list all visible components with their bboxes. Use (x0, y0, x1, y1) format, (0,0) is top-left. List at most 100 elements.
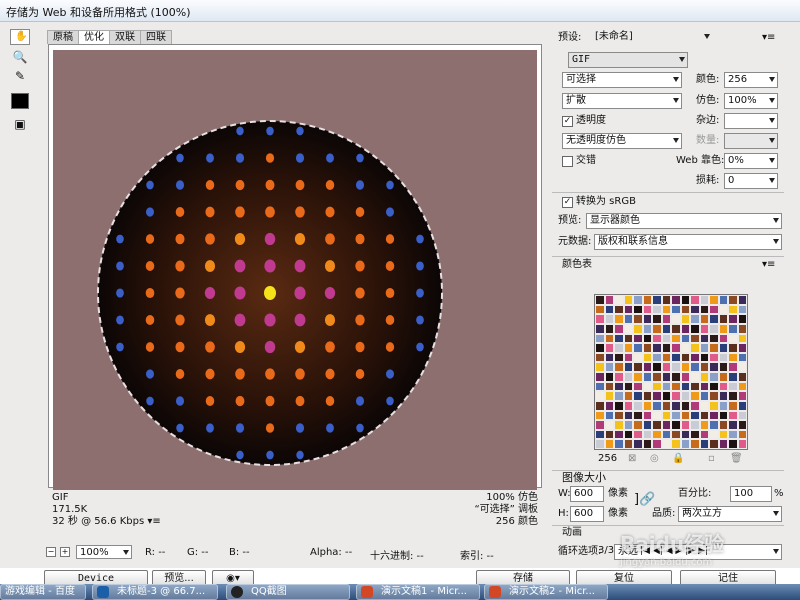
palette-swatch[interactable] (604, 372, 614, 382)
palette-swatch[interactable] (680, 429, 690, 440)
palette-swatch[interactable] (623, 352, 633, 363)
palette-swatch[interactable] (623, 420, 633, 430)
tab-original[interactable]: 原稿 (47, 30, 79, 44)
palette-swatch[interactable] (728, 391, 738, 401)
palette-swatch[interactable] (690, 352, 700, 363)
palette-swatch[interactable] (728, 323, 738, 334)
palette-swatch[interactable] (604, 314, 614, 324)
transparency-checkbox[interactable]: ✓ (562, 116, 573, 127)
palette-swatch[interactable] (652, 352, 662, 363)
palette-swatch[interactable] (623, 295, 633, 305)
palette-swatch[interactable] (671, 314, 681, 324)
palette-swatch[interactable] (642, 429, 652, 440)
palette-swatch[interactable] (604, 333, 614, 344)
palette-swatch[interactable] (737, 439, 747, 449)
palette-swatch[interactable] (642, 352, 652, 363)
palette-swatch[interactable] (737, 372, 747, 382)
metadata-select[interactable]: 版权和联系信息 (594, 234, 782, 250)
palette-swatch[interactable] (661, 400, 671, 411)
palette-swatch[interactable] (690, 314, 700, 324)
palette-swatch[interactable] (623, 372, 633, 382)
palette-swatch[interactable] (709, 333, 719, 344)
palette-swatch[interactable] (699, 400, 709, 411)
color-table-menu-icon[interactable]: ▾≡ (762, 257, 775, 273)
palette-swatch[interactable] (709, 410, 719, 421)
palette-swatch[interactable] (671, 352, 681, 363)
palette-swatch[interactable] (623, 362, 633, 372)
palette-swatch[interactable] (718, 314, 728, 324)
palette-swatch[interactable] (604, 439, 614, 449)
palette-swatch[interactable] (614, 362, 624, 372)
palette-swatch[interactable] (614, 333, 624, 344)
palette-swatch[interactable] (633, 391, 643, 401)
palette-swatch[interactable] (680, 352, 690, 363)
palette-swatch[interactable] (642, 295, 652, 305)
map-to-transparent-icon[interactable]: ⊠ (628, 451, 636, 467)
palette-swatch[interactable] (690, 304, 700, 315)
palette-swatch[interactable] (614, 439, 624, 449)
palette-swatch[interactable] (680, 410, 690, 421)
dither-algorithm-select[interactable]: 扩散 (562, 93, 682, 109)
palette-swatch[interactable] (728, 400, 738, 411)
palette-swatch[interactable] (595, 439, 605, 449)
palette-swatch[interactable] (614, 304, 624, 315)
palette-swatch[interactable] (661, 343, 671, 353)
palette-swatch[interactable] (699, 391, 709, 401)
palette-swatch[interactable] (699, 323, 709, 334)
palette-swatch[interactable] (680, 362, 690, 372)
palette-swatch[interactable] (633, 439, 643, 449)
preview-canvas[interactable] (53, 50, 537, 490)
palette-swatch[interactable] (661, 410, 671, 421)
eyedropper-color-swatch[interactable] (11, 93, 29, 109)
format-select[interactable]: GIF (568, 52, 688, 68)
palette-swatch[interactable] (652, 391, 662, 401)
palette-swatch[interactable] (604, 429, 614, 440)
palette-swatch[interactable] (680, 343, 690, 353)
palette-swatch[interactable] (604, 381, 614, 392)
palette-swatch[interactable] (737, 391, 747, 401)
palette-swatch[interactable] (614, 410, 624, 421)
palette-swatch[interactable] (633, 333, 643, 344)
palette-swatch[interactable] (633, 343, 643, 353)
palette-swatch[interactable] (709, 323, 719, 334)
palette-swatch[interactable] (690, 343, 700, 353)
palette-swatch[interactable] (728, 304, 738, 315)
palette-swatch[interactable] (652, 410, 662, 421)
palette-swatch[interactable] (633, 304, 643, 315)
palette-swatch[interactable] (614, 381, 624, 392)
palette-swatch[interactable] (699, 372, 709, 382)
palette-swatch[interactable] (718, 429, 728, 440)
palette-swatch[interactable] (709, 295, 719, 305)
palette-swatch[interactable] (661, 420, 671, 430)
dither-amount-select[interactable]: 100% (724, 93, 778, 109)
palette-swatch[interactable] (680, 391, 690, 401)
palette-swatch[interactable] (709, 372, 719, 382)
palette-swatch[interactable] (709, 314, 719, 324)
palette-swatch[interactable] (699, 295, 709, 305)
palette-swatch[interactable] (728, 381, 738, 392)
palette-swatch[interactable] (718, 372, 728, 382)
palette-swatch[interactable] (652, 439, 662, 449)
palette-swatch[interactable] (595, 372, 605, 382)
palette-swatch[interactable] (633, 429, 643, 440)
palette-swatch[interactable] (699, 439, 709, 449)
transparency-dither-select[interactable]: 无透明度仿色 (562, 133, 682, 149)
palette-swatch[interactable] (699, 429, 709, 440)
palette-swatch[interactable] (718, 400, 728, 411)
palette-swatch[interactable] (699, 410, 709, 421)
palette-swatch[interactable] (633, 295, 643, 305)
palette-swatch[interactable] (595, 295, 605, 305)
palette-swatch[interactable] (614, 343, 624, 353)
preset-select[interactable]: [未命名] (592, 30, 712, 46)
palette-swatch[interactable] (661, 333, 671, 344)
task-photoshop[interactable]: 未标题-3 @ 66.7... (92, 584, 218, 600)
palette-swatch[interactable] (718, 420, 728, 430)
palette-swatch[interactable] (633, 400, 643, 411)
palette-swatch[interactable] (737, 410, 747, 421)
palette-swatch[interactable] (718, 439, 728, 449)
palette-swatch[interactable] (614, 314, 624, 324)
palette-swatch[interactable] (690, 372, 700, 382)
palette-swatch[interactable] (661, 304, 671, 315)
palette-swatch[interactable] (671, 343, 681, 353)
palette-swatch[interactable] (709, 391, 719, 401)
